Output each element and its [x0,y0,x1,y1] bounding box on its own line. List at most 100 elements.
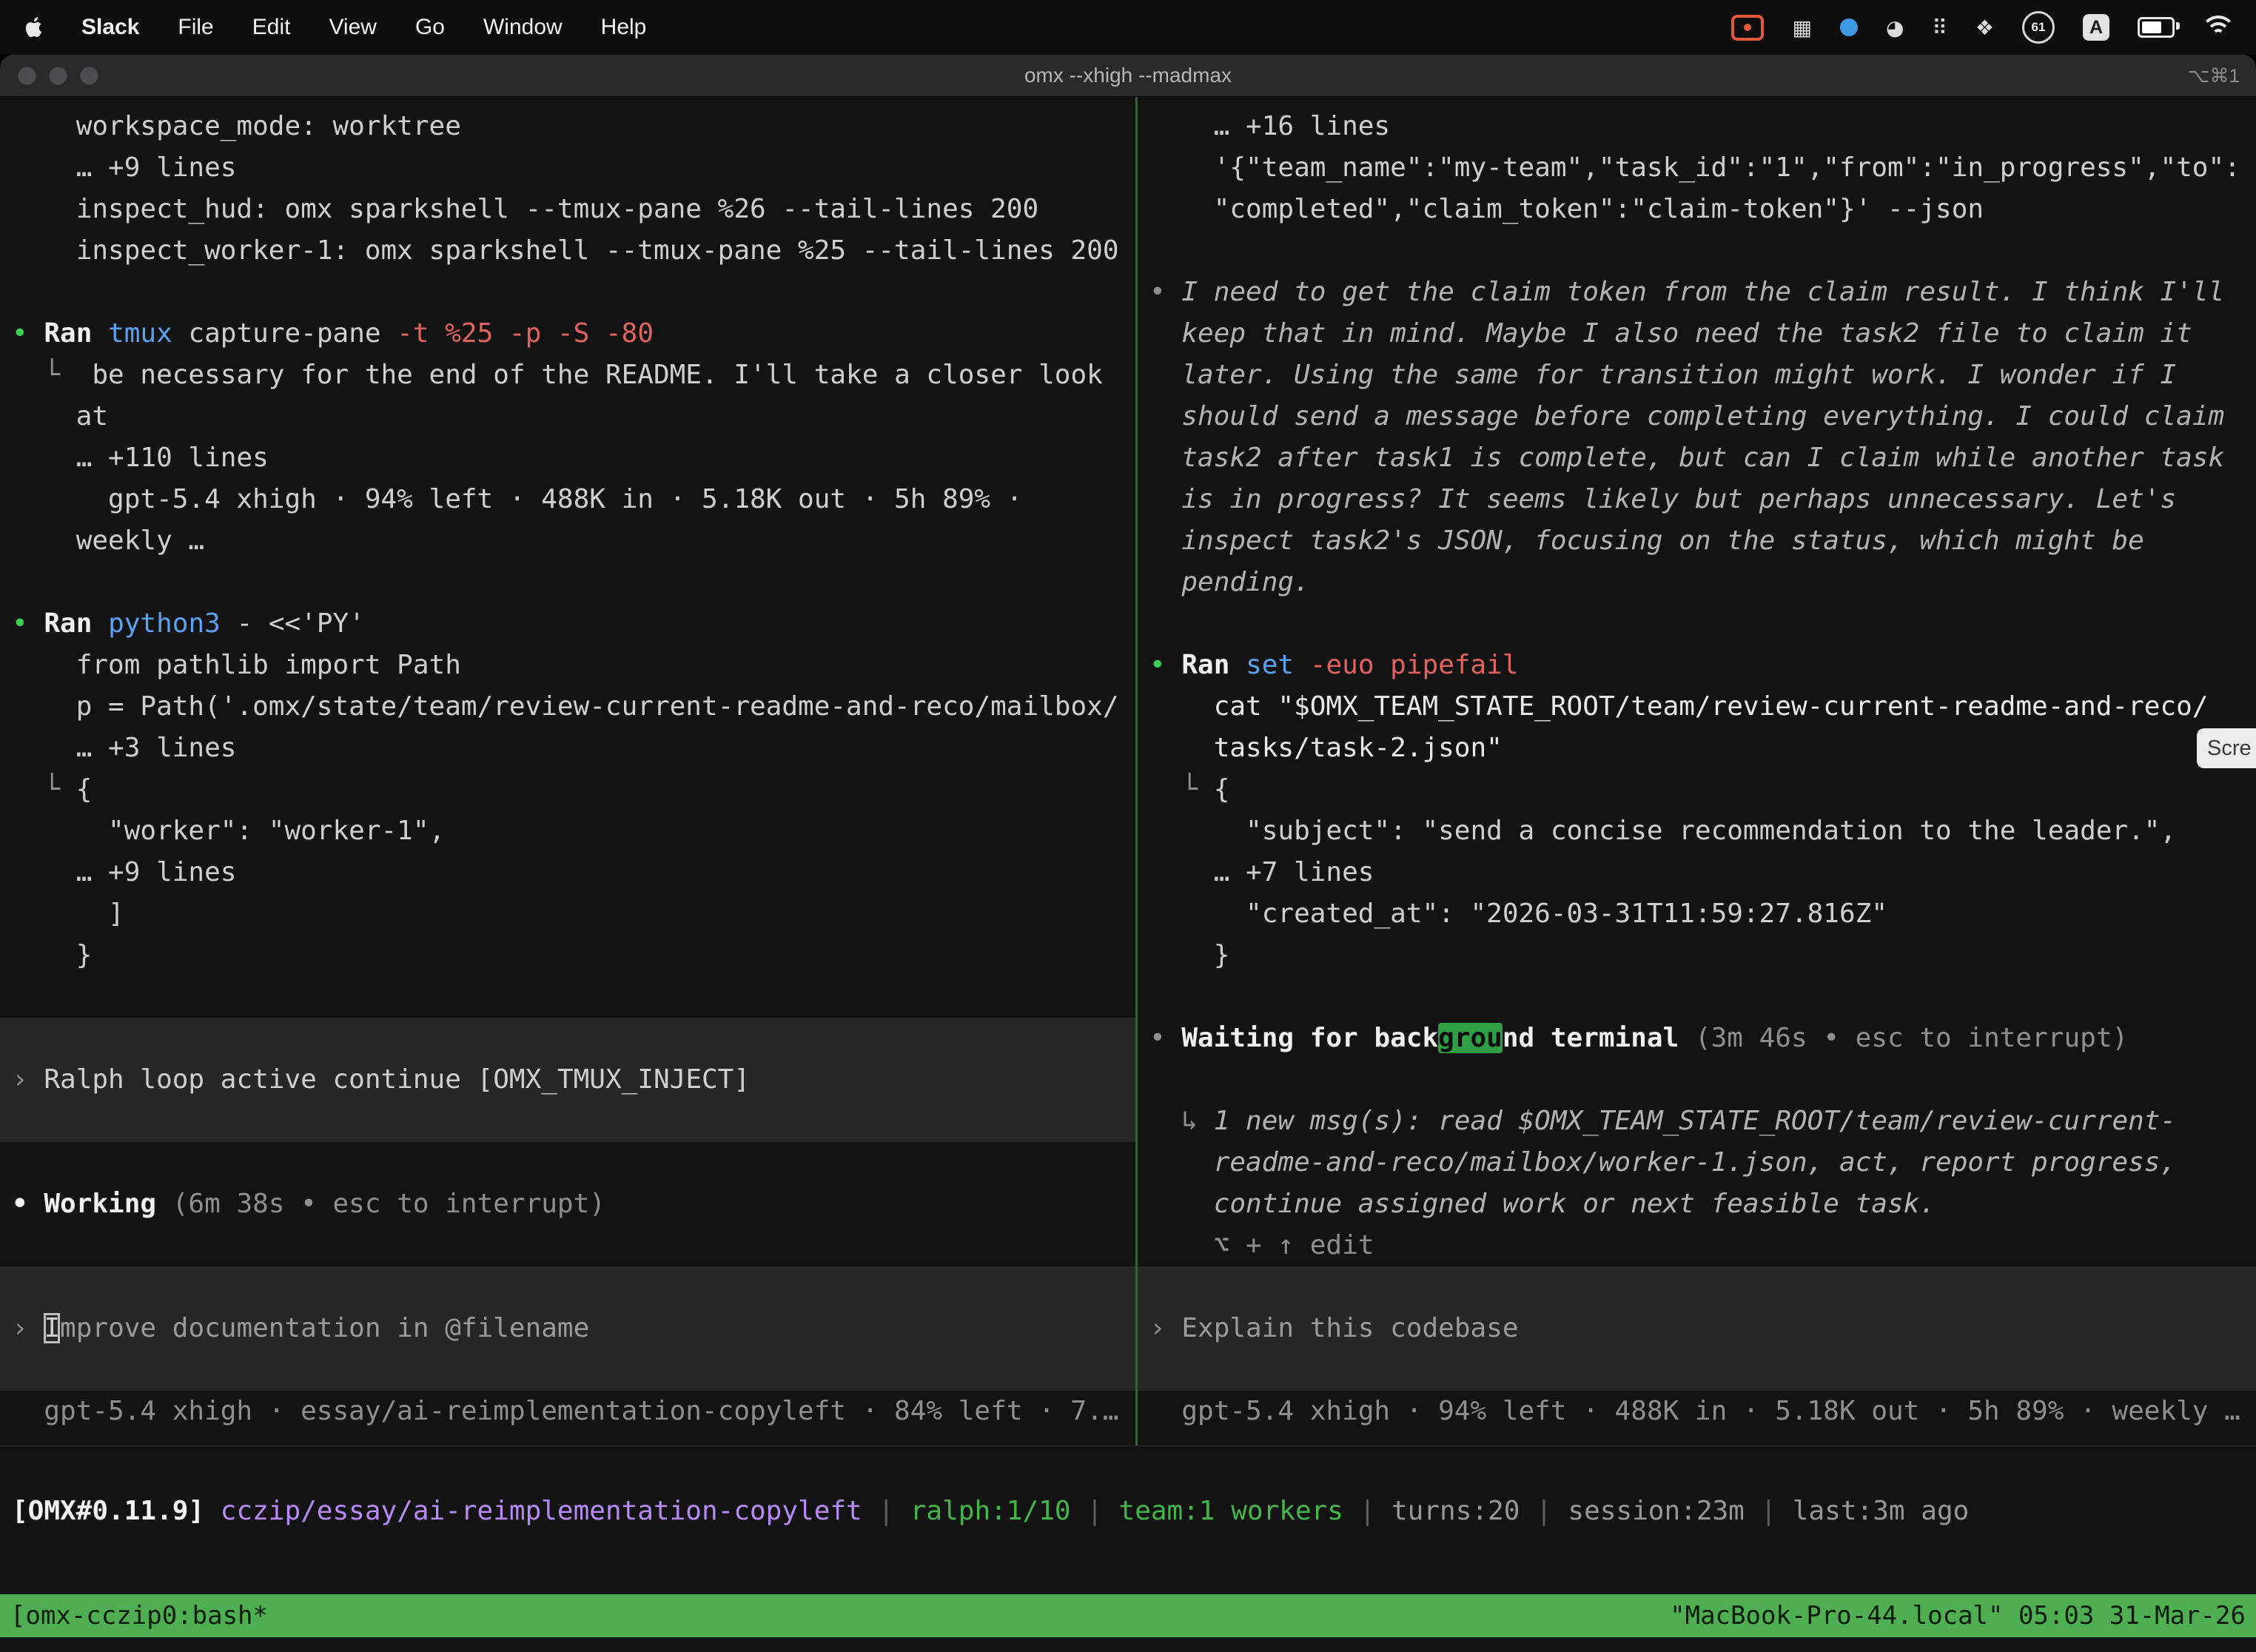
terminal-text-segment: └ [1149,774,1214,805]
terminal-text-segment: ⌥ + ↑ edit [1149,1230,1374,1260]
prompt-suggestion[interactable]: › Explain this codebase [1138,1266,2256,1391]
prompt-input[interactable]: › Improve documentation in @filename [0,1266,1135,1391]
tmux-status-bar: [omx-cczip0:bash* "MacBook-Pro-44.local"… [0,1594,2256,1637]
terminal-text-segment: last:3m ago [1793,1496,1969,1526]
apps-grid-icon[interactable]: ⠿ [1932,16,1947,40]
terminal-line: "worker": "worker-1", [12,810,1135,852]
tmux-host-clock: "MacBook-Pro-44.local" 05:03 31-Mar-26 [1670,1601,2246,1631]
menu-view[interactable]: View [329,15,376,40]
terminal-text-segment: Explain this codebase [1181,1313,1518,1343]
terminal-text-segment: … +9 lines [12,857,236,887]
close-button[interactable] [18,67,36,85]
terminal-line: later. Using the same for transition mig… [1149,355,2256,396]
terminal-text-segment: • Working [12,1189,172,1219]
terminal-line [12,1142,1135,1183]
screen-recording-indicator-icon[interactable] [1731,15,1764,41]
terminal-text-segment: "subject": "send a concise recommendatio… [1149,816,2176,846]
terminal-text-segment: • [12,318,44,349]
terminal-text-segment: Ran [1181,650,1229,680]
terminal-text-segment: cczip/essay/ai-reimplementation-copyleft [221,1496,862,1526]
terminal-text-segment: Ran [44,608,92,639]
terminal-line: task2 after task1 is complete, but can I… [1149,437,2256,479]
menu-file[interactable]: File [178,15,213,40]
menu-help[interactable]: Help [601,15,647,40]
terminal-line: └ { [1149,769,2256,810]
minimize-button[interactable] [49,67,67,85]
menu-bar: Slack File Edit View Go Window Help ▦ ◕ … [0,0,2256,55]
terminal-text-segment: ] [12,899,124,929]
left-pane[interactable]: workspace_mode: worktree … +9 lines insp… [0,97,1135,1446]
terminal-text-segment: is in progress? It seems likely but perh… [1149,484,2176,514]
terminal-text-segment: • [1149,1023,1181,1053]
terminal-text-segment: (3m 46s • esc to interrupt) [1679,1023,2128,1053]
blue-app-icon[interactable] [1840,19,1858,36]
terminal-text-segment: (6m 38s • esc to interrupt) [172,1189,605,1219]
terminal-line [1149,230,2256,272]
terminal-text-segment: -euo pipefail [1310,650,1519,680]
terminal-line [12,272,1135,313]
window-grid-icon[interactable]: ▦ [1792,16,1811,40]
terminal-line: … +7 lines [1149,852,2256,893]
terminal-text-segment: • [1149,650,1181,680]
terminal-text-segment: at [12,401,108,432]
terminal-text-segment: "created_at": "2026-03-31T11:59:27.816Z" [1149,899,1887,929]
terminal-text-segment: Ran [44,318,92,349]
terminal-text-segment: - <<'PY' [221,608,365,639]
terminal-text-segment: capture-pane [172,318,397,349]
terminal-line: is in progress? It seems likely but perh… [1149,479,2256,520]
terminal-text-segment: └ [12,360,92,390]
tmux-session-label: [omx-cczip0:bash* [10,1601,268,1631]
left-pane-lines: workspace_mode: worktree … +9 lines insp… [12,106,1135,1432]
ralph-loop-banner: › Ralph loop active continue [OMX_TMUX_I… [0,1018,1135,1142]
terminal-line: ] [12,893,1135,935]
terminal-text-segment: inspect task2's JSON, focusing on the st… [1149,526,2144,556]
input-source-icon[interactable]: A [2083,14,2109,41]
terminal-line: └ { [12,769,1135,810]
terminal-line: from pathlib import Path [12,645,1135,686]
screen-share-clipped-button[interactable]: Scre [2197,728,2256,768]
terminal-text-segment: | [1520,1496,1568,1526]
terminal-text-segment: nd terminal [1503,1023,1679,1053]
terminal-text-segment: gpt-5.4 xhigh · essay/ai-reimplementatio… [12,1396,1119,1426]
terminal-text-segment: "completed","claim_token":"claim-token"}… [1149,194,1984,224]
terminal-text-segment: gpt-5.4 xhigh · 94% left · 488K in · 5.1… [1149,1396,2240,1426]
terminal-text-segment: mprove documentation in @filename [60,1313,589,1343]
terminal-text-segment: be necessary for the end of the README. … [92,360,1102,390]
terminal-text-segment: • [12,608,44,639]
terminal-text-segment: › [12,1064,44,1095]
terminal-line: • Ran python3 - <<'PY' [12,603,1135,645]
terminal-line: • Ran tmux capture-pane -t %25 -p -S -80 [12,313,1135,355]
terminal-text-segment: { [1214,774,1230,805]
zoom-button[interactable] [80,67,98,85]
terminal-text-segment: } [12,940,92,970]
apple-logo-icon[interactable] [22,14,49,41]
terminal-text-segment: [OMX#0.11.9] [12,1496,221,1526]
terminal-line: • Ran set -euo pipefail [1149,645,2256,686]
terminal-text-segment: › [12,1313,44,1343]
menu-window[interactable]: Window [483,15,563,40]
clock-icon[interactable]: ◕ [1886,16,1904,40]
terminal-text-segment: inspect_hud: omx sparkshell --tmux-pane … [12,194,1038,224]
menu-go[interactable]: Go [415,15,445,40]
terminal-text-segment: … +7 lines [1149,857,1374,887]
terminal-line: readme-and-reco/mailbox/worker-1.json, a… [1149,1142,2256,1183]
terminal-line: inspect_worker-1: omx sparkshell --tmux-… [12,230,1135,272]
terminal-text-segment: ralph:1/10 [910,1496,1071,1526]
terminal-text-segment [1294,650,1310,680]
menu-edit[interactable]: Edit [252,15,291,40]
diamond-app-icon[interactable]: ❖ [1975,16,1994,40]
terminal-text-segment: -t %25 -p -S -80 [397,318,654,349]
right-pane[interactable]: … +16 lines '{"team_name":"my-team","tas… [1138,97,2256,1446]
terminal-text-segment: … +110 lines [12,443,269,473]
battery-percentage-badge[interactable]: 61 [2022,11,2055,44]
active-app-name[interactable]: Slack [81,15,139,40]
terminal-text-segment: from pathlib import Path [12,650,461,680]
terminal-text-segment: python3 [108,608,221,639]
wifi-icon[interactable] [2203,16,2234,39]
window-titlebar[interactable]: omx --xhigh --madmax ⌥⌘1 [0,55,2256,97]
tmux-panes: workspace_mode: worktree … +9 lines insp… [0,97,2256,1446]
window-controls [18,67,98,85]
terminal-text-segment: later. Using the same for transition mig… [1149,360,2176,390]
battery-icon[interactable] [2138,17,2175,38]
terminal-text-segment: "worker": "worker-1", [12,816,445,846]
